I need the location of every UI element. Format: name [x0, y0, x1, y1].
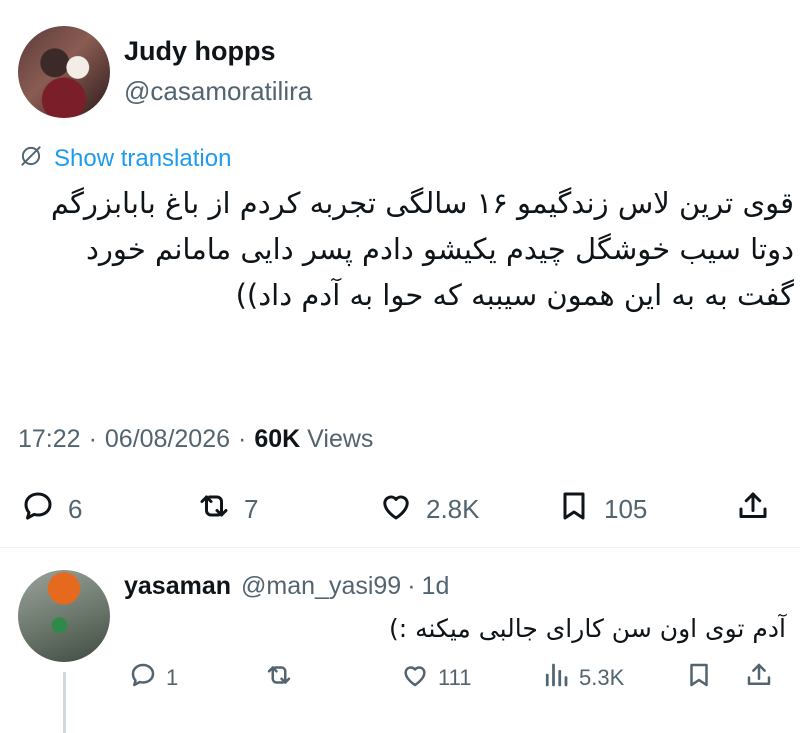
views-label: Views: [307, 425, 374, 453]
show-translation-link[interactable]: Show translation: [18, 143, 231, 174]
like-count: 2.8K: [426, 494, 480, 524]
reply-repost-button[interactable]: [264, 660, 302, 696]
tweet-meta: 17:22 · 06/08/2026 · 60K Views: [18, 425, 373, 454]
reply-like-button[interactable]: 111: [400, 660, 471, 696]
repost-button[interactable]: 7: [196, 488, 258, 531]
bookmark-icon: [556, 488, 592, 531]
tweet-divider: [0, 547, 800, 548]
author-avatar[interactable]: [18, 26, 110, 118]
reply-reply-button[interactable]: 1: [128, 660, 178, 696]
reply-views-count: 5.3K: [579, 665, 625, 690]
repost-icon: [264, 660, 294, 696]
share-icon: [744, 660, 774, 696]
reply-views-button[interactable]: 5.3K: [541, 660, 624, 696]
like-icon: [378, 488, 414, 531]
reply-text: آدم توی اون سن کارای جالبی میکنه :): [388, 614, 786, 643]
share-button[interactable]: [735, 488, 771, 531]
reply-icon: [20, 488, 56, 531]
reply-author-handle[interactable]: @man_yasi99: [241, 572, 401, 601]
bookmark-button[interactable]: 105: [556, 488, 647, 531]
repost-count: 7: [244, 494, 259, 524]
reply-author-avatar[interactable]: [18, 570, 110, 662]
meta-separator: ·: [238, 425, 247, 453]
like-button[interactable]: 2.8K: [378, 488, 480, 531]
tweet-text: قوی ترین لاس زندگیمو ۱۶ سالگی تجربه کردم…: [50, 186, 794, 312]
reply-like-count: 111: [438, 665, 472, 690]
tweet-date[interactable]: 06/08/2026: [105, 425, 230, 454]
share-icon: [735, 488, 771, 531]
reply-icon: [128, 660, 158, 696]
views-icon: [541, 660, 571, 696]
meta-separator: ·: [407, 572, 416, 600]
reply-bookmark-button[interactable]: [684, 660, 714, 696]
reply-share-button[interactable]: [744, 660, 774, 696]
reply-actions: 1 111 5.3K: [0, 660, 800, 700]
author-display-name[interactable]: Judy hopps: [124, 36, 276, 67]
reply-author-name[interactable]: yasaman: [124, 572, 231, 601]
views-count: 60K: [254, 425, 301, 453]
bookmark-icon: [684, 660, 714, 696]
like-icon: [400, 660, 430, 696]
reply-reply-count: 1: [166, 665, 179, 690]
translate-icon: [18, 143, 44, 174]
reply-header: yasaman @man_yasi99 · 1d: [124, 572, 449, 601]
repost-icon: [196, 488, 232, 531]
show-translation-label: Show translation: [54, 144, 232, 172]
meta-separator: ·: [88, 425, 97, 453]
bookmark-count: 105: [604, 494, 648, 524]
reply-age[interactable]: 1d: [422, 572, 450, 601]
tweet-actions: 6 7 2.8K 105: [0, 488, 800, 536]
tweet-time[interactable]: 17:22: [18, 425, 81, 454]
reply-button[interactable]: 6: [20, 488, 82, 531]
reply-count: 6: [68, 494, 83, 524]
author-handle[interactable]: @casamoratilira: [124, 76, 312, 107]
